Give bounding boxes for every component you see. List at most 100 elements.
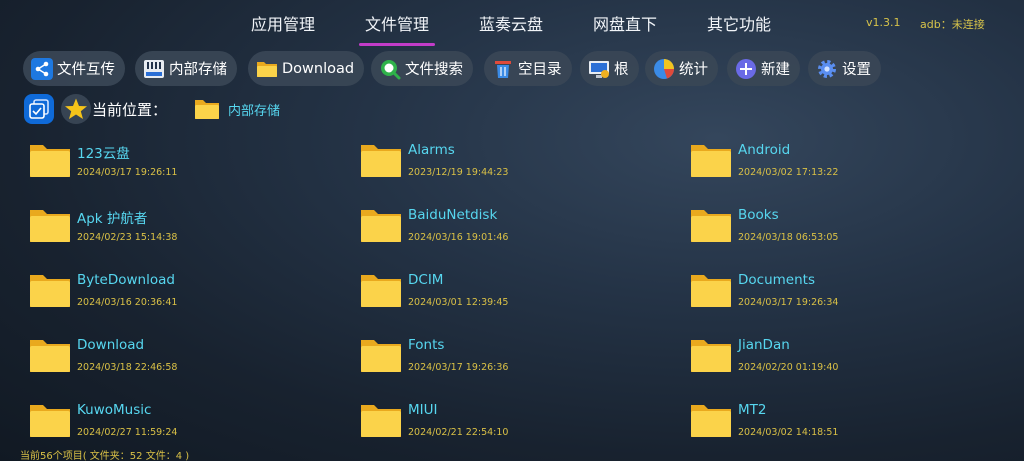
folder-icon [195,100,219,119]
file-search-button[interactable]: 文件搜索 [371,51,473,86]
adb-status: adb：未连接 [920,18,985,31]
new-label: 新建 [761,62,790,78]
file-date: 2024/03/02 14:18:51 [738,427,839,438]
list-item[interactable]: MT2 2024/03/02 14:18:51 [690,398,1010,448]
multi-select-button[interactable] [24,94,54,124]
root-button[interactable]: 根 [580,51,639,86]
plus-icon [736,58,756,79]
file-date: 2024/02/23 15:14:38 [77,232,178,243]
file-date: 2024/02/20 01:19:40 [738,362,839,373]
search-icon [381,59,401,79]
list-item[interactable]: KuwoMusic 2024/02/27 11:59:24 [29,398,349,448]
list-item[interactable]: MIUI 2024/02/21 22:54:10 [360,398,680,448]
file-name: KuwoMusic [77,402,152,418]
file-date: 2024/03/18 22:46:58 [77,362,178,373]
internal-storage-button[interactable]: 内部存储 [135,51,237,86]
file-name: 123云盘 [77,146,130,162]
settings-label: 设置 [842,62,871,78]
file-name: Alarms [408,142,455,158]
folder-icon [361,275,401,307]
current-location-label: 当前位置： [92,101,168,119]
tab-netdisk-direct[interactable]: 网盘直下 [593,13,657,37]
trash-icon [495,60,511,78]
file-name: MT2 [738,402,767,418]
folder-icon [361,405,401,437]
folder-icon [691,275,731,307]
file-transfer-button[interactable]: 文件互传 [23,51,125,86]
tab-file-manager[interactable]: 文件管理 [358,13,436,46]
file-name: Apk 护航者 [77,211,148,227]
internal-storage-label: 内部存储 [169,62,227,78]
file-name: Documents [738,272,815,288]
list-item[interactable]: JianDan 2024/02/20 01:19:40 [690,333,1010,383]
list-item[interactable]: DCIM 2024/03/01 12:39:45 [360,268,680,318]
folder-icon [691,340,731,372]
folder-icon [257,61,277,77]
file-date: 2024/03/02 17:13:22 [738,167,839,178]
list-item[interactable]: Download 2024/03/18 22:46:58 [29,333,349,383]
folder-icon [361,145,401,177]
list-item[interactable]: Apk 护航者 2024/02/23 15:14:38 [29,203,349,253]
tab-other-functions[interactable]: 其它功能 [707,13,771,37]
file-name: Fonts [408,337,445,353]
list-item[interactable]: BaiduNetdisk 2024/03/16 19:01:46 [360,203,680,253]
list-item[interactable]: ByteDownload 2024/03/16 20:36:41 [29,268,349,318]
star-icon [65,98,87,119]
file-search-label: 文件搜索 [405,62,463,78]
file-name: ByteDownload [77,272,175,288]
download-shortcut-button[interactable]: Download [248,51,365,86]
file-date: 2024/03/18 06:53:05 [738,232,839,243]
breadcrumb[interactable]: 内部存储 [194,98,280,120]
list-item[interactable]: Books 2024/03/18 06:53:05 [690,203,1010,253]
file-name: MIUI [408,402,438,418]
file-date: 2024/03/16 19:01:46 [408,232,509,243]
folder-icon [30,275,70,307]
file-date: 2024/02/27 11:59:24 [77,427,178,438]
version-label: v1.3.1 [866,16,901,29]
folder-icon [361,210,401,242]
folder-icon [691,405,731,437]
download-shortcut-label: Download [282,60,355,77]
file-name: Books [738,207,779,223]
folder-icon [30,405,70,437]
share-icon [31,57,53,80]
list-item[interactable]: Documents 2024/03/17 19:26:34 [690,268,1010,318]
multi-select-icon [29,99,49,119]
folder-icon [691,210,731,242]
file-date: 2024/03/17 19:26:34 [738,297,839,308]
file-date: 2024/03/01 12:39:45 [408,297,509,308]
file-date: 2024/03/16 20:36:41 [77,297,178,308]
folder-icon [30,210,70,242]
file-transfer-label: 文件互传 [57,62,115,78]
breadcrumb-path: 内部存储 [228,103,281,119]
file-date: 2023/12/19 19:44:23 [408,167,509,178]
file-date: 2024/03/17 19:26:36 [408,362,509,373]
statistics-label: 统计 [679,62,708,78]
top-navigation: 应用管理 文件管理 蓝奏云盘 网盘直下 其它功能 v1.3.1 adb：未连接 [0,0,1024,48]
list-item[interactable]: Android 2024/03/02 17:13:22 [690,138,1010,188]
favorites-button[interactable] [61,94,91,124]
list-item[interactable]: 123云盘 2024/03/17 19:26:11 [29,138,349,188]
file-name: Download [77,337,145,353]
new-button[interactable]: 新建 [727,51,800,86]
root-icon [589,60,609,78]
file-name: Android [738,142,791,158]
status-bar: 当前56个项目( 文件夹：52 文件：4 ) [20,451,190,461]
tab-lanzou-cloud[interactable]: 蓝奏云盘 [479,13,543,37]
root-label: 根 [614,62,629,78]
file-name: JianDan [738,337,790,353]
empty-directory-label: 空目录 [518,62,562,78]
statistics-button[interactable]: 统计 [645,51,718,86]
file-name: BaiduNetdisk [408,207,498,223]
file-date: 2024/02/21 22:54:10 [408,427,509,438]
settings-button[interactable]: 设置 [808,51,881,86]
moon-icon [700,104,729,132]
folder-icon [30,145,70,177]
list-item[interactable]: Fonts 2024/03/17 19:26:36 [360,333,680,383]
pie-chart-icon [654,58,674,79]
list-item[interactable]: Alarms 2023/12/19 19:44:23 [360,138,680,188]
gear-icon [818,59,836,78]
empty-directory-button[interactable]: 空目录 [484,51,572,86]
tab-app-manager[interactable]: 应用管理 [251,13,315,37]
storage-icon [144,59,164,78]
